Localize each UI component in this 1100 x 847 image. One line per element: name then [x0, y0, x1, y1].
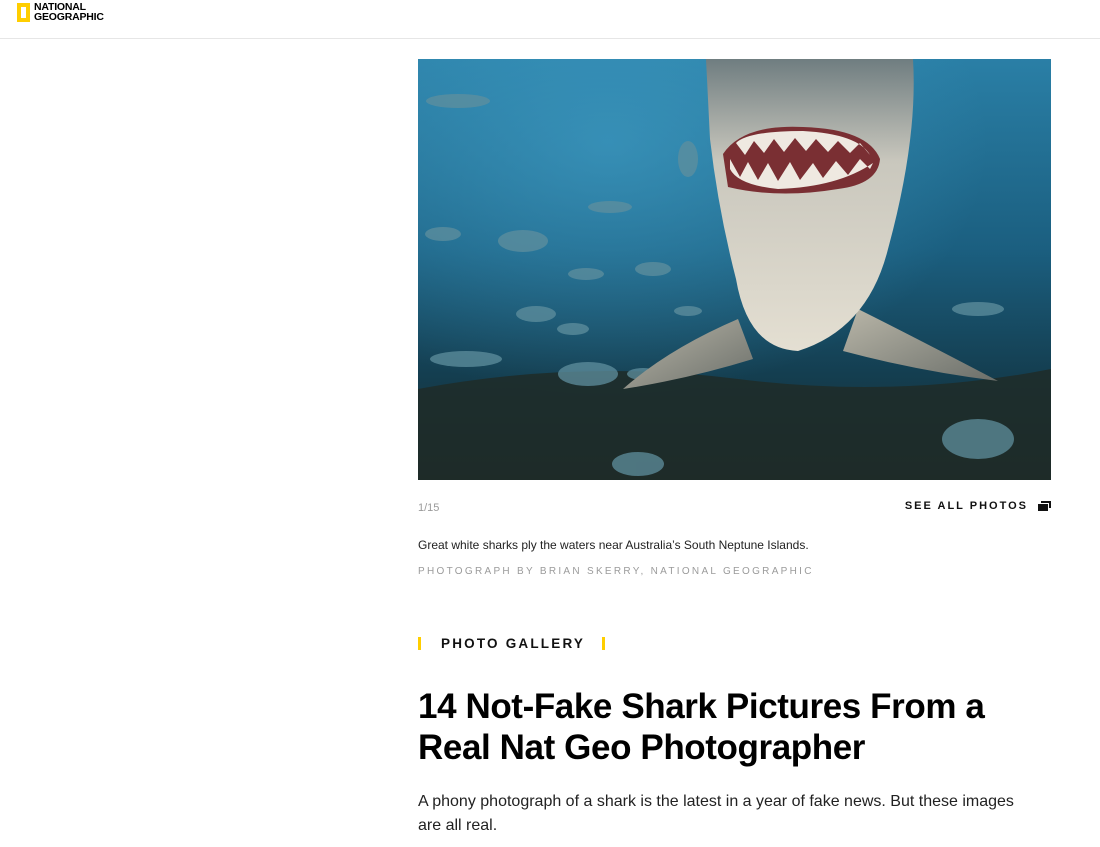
kicker-right-bar	[602, 637, 606, 650]
photo-caption: Great white sharks ply the waters near A…	[418, 538, 809, 552]
see-all-photos-label: SEE ALL PHOTOS	[904, 500, 1028, 512]
hero-photo[interactable]	[418, 59, 1051, 480]
nat-geo-logo[interactable]: NATIONAL GEOGRAPHIC	[17, 2, 104, 22]
photo-counter: 1/15	[418, 502, 440, 514]
kicker-label: PHOTO GALLERY	[441, 636, 586, 651]
yellow-border-icon	[17, 3, 30, 22]
photo-credit: PHOTOGRAPH BY BRIAN SKERRY, NATIONAL GEO…	[418, 566, 814, 577]
section-kicker: PHOTO GALLERY	[418, 636, 606, 651]
gallery-stack-icon	[1038, 501, 1051, 511]
shark-photo-image	[418, 59, 1051, 480]
logo-line-2: GEOGRAPHIC	[34, 11, 104, 23]
article-headline: 14 Not-Fake Shark Pictures From a Real N…	[418, 687, 985, 767]
logo-wordmark: NATIONAL GEOGRAPHIC	[34, 2, 104, 23]
see-all-photos-button[interactable]: SEE ALL PHOTOS	[905, 500, 1051, 512]
site-header: NATIONAL GEOGRAPHIC	[0, 0, 1100, 39]
kicker-left-bar	[418, 637, 421, 650]
gallery-meta-row: 1/15 SEE ALL PHOTOS	[418, 500, 1051, 516]
article-dek: A phony photograph of a shark is the lat…	[418, 793, 1014, 834]
